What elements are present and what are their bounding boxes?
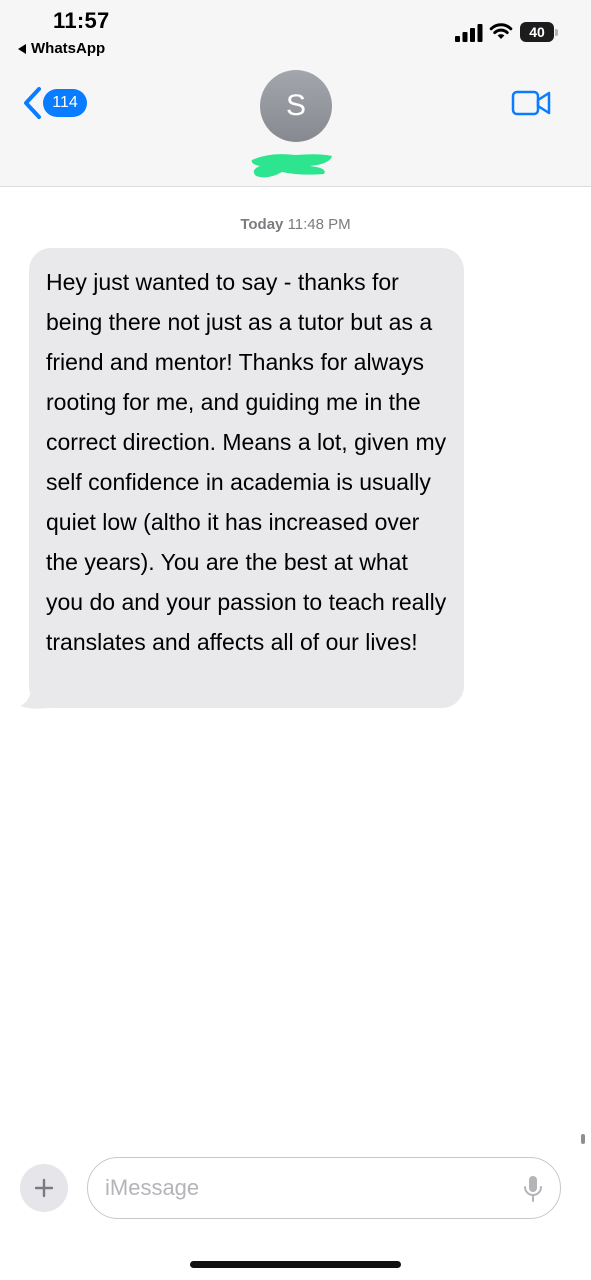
battery-level: 40: [529, 24, 545, 40]
chevron-left-icon[interactable]: [22, 86, 44, 120]
message-timestamp: Today 11:48 PM: [0, 216, 591, 233]
add-attachment-button[interactable]: [20, 1164, 68, 1212]
redaction-mark: [251, 154, 332, 178]
message-input[interactable]: iMessage: [87, 1157, 561, 1219]
video-camera-icon[interactable]: [511, 90, 551, 116]
battery-nub: [555, 29, 558, 36]
wifi-icon: [489, 23, 513, 39]
timestamp-time: 11:48 PM: [287, 216, 351, 233]
back-app-label: WhatsApp: [31, 40, 106, 57]
scroll-indicator: [581, 1134, 585, 1144]
received-message-bubble[interactable]: Hey just wanted to say - thanks for bein…: [29, 248, 464, 708]
message-text: Hey just wanted to say - thanks for bein…: [46, 269, 447, 655]
back-triangle-icon: [18, 43, 26, 54]
status-time: 11:57: [53, 8, 110, 33]
cellular-signal-icon: [455, 24, 483, 42]
back-to-app-link[interactable]: WhatsApp: [18, 40, 105, 57]
battery-icon: 40: [520, 22, 558, 42]
timestamp-date: Today: [240, 216, 284, 233]
microphone-icon[interactable]: [522, 1175, 544, 1203]
contact-avatar[interactable]: S: [260, 70, 332, 142]
conversation-header: 11:57 WhatsApp 40 114 S: [0, 0, 591, 187]
home-indicator[interactable]: [190, 1261, 401, 1268]
unread-count-badge[interactable]: 114: [43, 89, 87, 117]
message-input-placeholder: iMessage: [105, 1175, 200, 1200]
plus-icon: [34, 1178, 54, 1198]
